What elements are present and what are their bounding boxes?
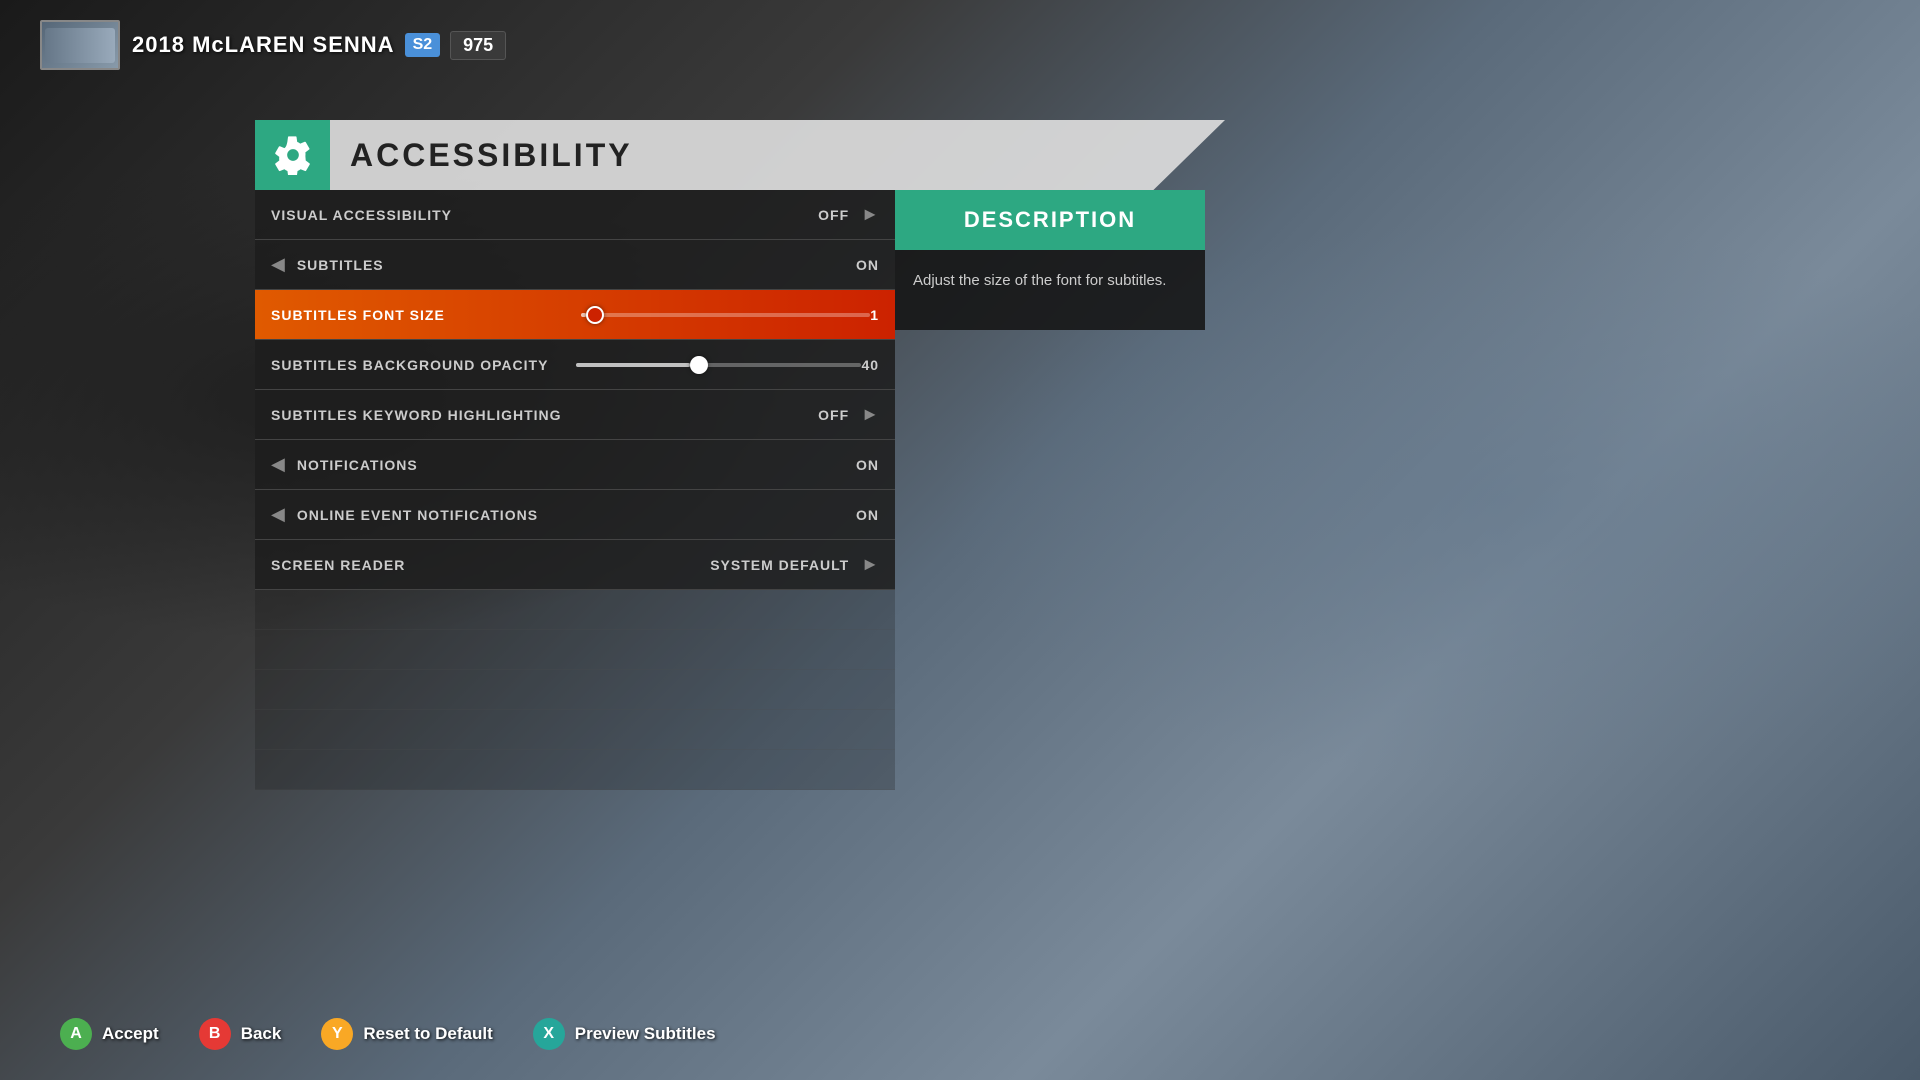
font-size-slider[interactable] bbox=[581, 313, 871, 317]
description-text: Adjust the size of the font for subtitle… bbox=[913, 272, 1166, 289]
opacity-slider[interactable] bbox=[576, 363, 861, 367]
badge-pi: 975 bbox=[450, 31, 506, 60]
title-text-box: ACCESSIBILITY bbox=[330, 120, 1225, 190]
settings-list: VISUAL ACCESSIBILITY OFF ► ◀ SUBTITLES O… bbox=[255, 190, 895, 790]
slider-thumb[interactable] bbox=[690, 356, 708, 374]
back-button[interactable]: B Back bbox=[199, 1018, 282, 1050]
setting-online-event-notifications[interactable]: ◀ ONLINE EVENT NOTIFICATIONS ON bbox=[255, 490, 895, 540]
setting-value: ON bbox=[856, 507, 879, 523]
setting-label: SUBTITLES KEYWORD HIGHLIGHTING bbox=[271, 407, 818, 423]
accept-label: Accept bbox=[102, 1024, 159, 1044]
car-year-make: 2018 McLAREN SENNA bbox=[132, 32, 395, 58]
car-name: 2018 McLAREN SENNA S2 975 bbox=[132, 31, 506, 60]
setting-label: SUBTITLES BACKGROUND OPACITY bbox=[271, 357, 556, 373]
hud: 2018 McLAREN SENNA S2 975 bbox=[40, 20, 506, 70]
action-bar: A Accept B Back Y Reset to Default X Pre… bbox=[60, 1018, 716, 1050]
description-header: DESCRIPTION bbox=[895, 190, 1205, 250]
accept-button[interactable]: A Accept bbox=[60, 1018, 159, 1050]
extra-row-3 bbox=[255, 670, 895, 710]
slider-track bbox=[581, 313, 871, 317]
badge-class: S2 bbox=[405, 33, 441, 57]
extra-row-1 bbox=[255, 590, 895, 630]
setting-visual-accessibility[interactable]: VISUAL ACCESSIBILITY OFF ► bbox=[255, 190, 895, 240]
arrow-left-icon: ◀ bbox=[271, 254, 285, 275]
setting-value: OFF bbox=[818, 207, 849, 223]
arrow-left-icon: ◀ bbox=[271, 504, 285, 525]
preview-subtitles-button[interactable]: X Preview Subtitles bbox=[533, 1018, 716, 1050]
setting-label: VISUAL ACCESSIBILITY bbox=[271, 207, 818, 223]
extra-row-4 bbox=[255, 710, 895, 750]
setting-value: OFF bbox=[818, 407, 849, 423]
setting-value: ON bbox=[856, 257, 879, 273]
reset-label: Reset to Default bbox=[363, 1024, 492, 1044]
extra-row-2 bbox=[255, 630, 895, 670]
arrow-right-icon: ► bbox=[861, 204, 879, 225]
setting-value: 40 bbox=[861, 357, 879, 373]
setting-value: ON bbox=[856, 457, 879, 473]
setting-screen-reader[interactable]: SCREEN READER SYSTEM DEFAULT ► bbox=[255, 540, 895, 590]
slider-track bbox=[576, 363, 861, 367]
setting-label: SUBTITLES FONT SIZE bbox=[271, 307, 561, 323]
setting-subtitles[interactable]: ◀ SUBTITLES ON bbox=[255, 240, 895, 290]
setting-label: NOTIFICATIONS bbox=[297, 457, 856, 473]
setting-notifications[interactable]: ◀ NOTIFICATIONS ON bbox=[255, 440, 895, 490]
setting-label: SCREEN READER bbox=[271, 557, 710, 573]
reset-button[interactable]: Y Reset to Default bbox=[321, 1018, 492, 1050]
arrow-right-icon: ► bbox=[861, 404, 879, 425]
description-body: Adjust the size of the font for subtitle… bbox=[895, 250, 1205, 330]
extra-row-5 bbox=[255, 750, 895, 790]
x-button-icon: X bbox=[533, 1018, 565, 1050]
gear-icon bbox=[273, 135, 313, 175]
arrow-left-icon: ◀ bbox=[271, 454, 285, 475]
b-button-icon: B bbox=[199, 1018, 231, 1050]
setting-subtitles-bg-opacity[interactable]: SUBTITLES BACKGROUND OPACITY 40 bbox=[255, 340, 895, 390]
slider-fill bbox=[576, 363, 690, 367]
description-panel: DESCRIPTION Adjust the size of the font … bbox=[895, 190, 1205, 330]
y-button-icon: Y bbox=[321, 1018, 353, 1050]
arrow-right-icon: ► bbox=[861, 554, 879, 575]
setting-value: SYSTEM DEFAULT bbox=[710, 557, 849, 573]
slider-thumb[interactable] bbox=[586, 306, 604, 324]
a-button-icon: A bbox=[60, 1018, 92, 1050]
preview-subtitles-label: Preview Subtitles bbox=[575, 1024, 716, 1044]
title-icon-box bbox=[255, 120, 330, 190]
setting-label: SUBTITLES bbox=[297, 257, 856, 273]
back-label: Back bbox=[241, 1024, 282, 1044]
title-bar: ACCESSIBILITY bbox=[255, 120, 1225, 190]
car-thumbnail bbox=[40, 20, 120, 70]
setting-subtitles-font-size[interactable]: SUBTITLES FONT SIZE 1 bbox=[255, 290, 895, 340]
setting-value: 1 bbox=[870, 307, 879, 323]
setting-label: ONLINE EVENT NOTIFICATIONS bbox=[297, 507, 856, 523]
description-title: DESCRIPTION bbox=[964, 207, 1136, 233]
page-title: ACCESSIBILITY bbox=[350, 137, 633, 174]
setting-keyword-highlighting[interactable]: SUBTITLES KEYWORD HIGHLIGHTING OFF ► bbox=[255, 390, 895, 440]
